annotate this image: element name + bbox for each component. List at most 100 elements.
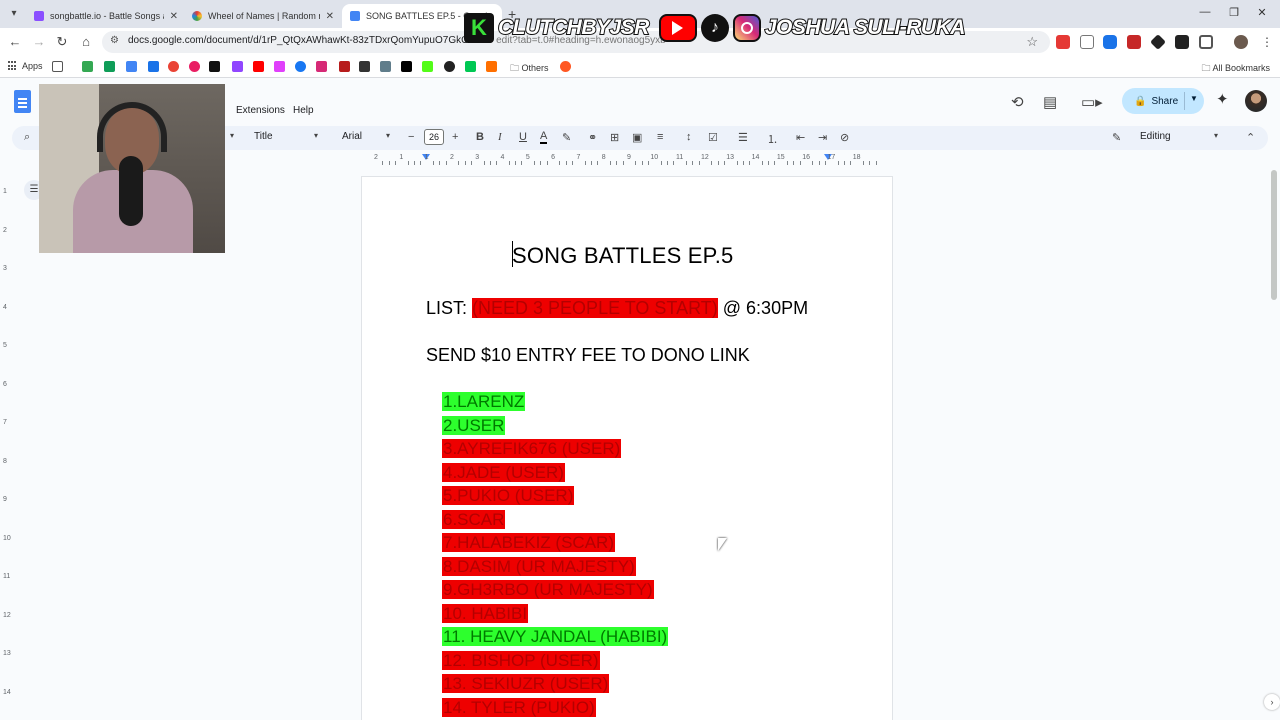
decrease-font-size-button[interactable]: −: [408, 131, 414, 143]
numbered-list-icon[interactable]: ⒈: [767, 131, 778, 147]
minimize-button[interactable]: —: [1195, 6, 1215, 18]
docs-logo-icon[interactable]: [14, 90, 31, 113]
align-center-icon[interactable]: ≡: [657, 131, 663, 143]
extension-icon[interactable]: [1080, 35, 1094, 49]
chevron-down-icon[interactable]: ▾: [386, 131, 390, 140]
list-item[interactable]: 8.DASIM (UR MAJESTY): [442, 555, 668, 579]
x-bookmark-icon[interactable]: [401, 61, 412, 72]
menu-extensions[interactable]: Extensions: [236, 105, 285, 116]
list-item[interactable]: 12. BISHOP (USER): [442, 649, 668, 673]
bookmark-icon[interactable]: [465, 61, 476, 72]
bookmark-icon[interactable]: [380, 61, 391, 72]
share-button[interactable]: 🔒 Share ▼: [1122, 88, 1204, 114]
bookmark-icon[interactable]: [274, 61, 285, 72]
profile-avatar[interactable]: [1234, 35, 1248, 49]
restore-button[interactable]: ❐: [1224, 6, 1244, 19]
site-info-icon[interactable]: ⚙: [110, 35, 119, 46]
extensions-puzzle-icon[interactable]: [1199, 35, 1213, 49]
chevron-down-icon[interactable]: ▾: [1214, 131, 1218, 140]
italic-icon[interactable]: I: [498, 131, 502, 143]
editing-mode-select[interactable]: Editing: [1140, 131, 1171, 142]
version-history-icon[interactable]: ⟲: [1011, 93, 1024, 111]
tiktok-bookmark-icon[interactable]: [209, 61, 220, 72]
instagram-bookmark-icon[interactable]: [316, 61, 327, 72]
list-item[interactable]: 14. TYLER (PUKIO): [442, 696, 668, 720]
bookmark-icon[interactable]: [168, 61, 179, 72]
gemini-icon[interactable]: ✦: [1216, 90, 1229, 108]
decrease-indent-icon[interactable]: ⇤: [796, 131, 805, 144]
list-item[interactable]: 4.JADE (USER): [442, 461, 668, 485]
extension-icon[interactable]: [1175, 35, 1189, 49]
list-item[interactable]: 6.SCAR: [442, 508, 668, 532]
entry-fee-line[interactable]: SEND $10 ENTRY FEE TO DONO LINK: [426, 345, 750, 366]
text-color-icon[interactable]: A: [540, 131, 548, 144]
list-line[interactable]: LIST: (NEED 3 PEOPLE TO START) @ 6:30PM: [426, 298, 808, 319]
bookmark-icon[interactable]: [104, 61, 115, 72]
bookmark-icon[interactable]: [148, 61, 159, 72]
pdf-extension-icon[interactable]: [1127, 35, 1141, 49]
checklist-icon[interactable]: ☑: [708, 131, 718, 144]
menu-help[interactable]: Help: [293, 105, 314, 116]
bold-icon[interactable]: B: [476, 131, 484, 143]
collapse-toolbar-icon[interactable]: ⌃: [1246, 131, 1255, 144]
extension-icon[interactable]: [1103, 35, 1117, 49]
font-size-input[interactable]: 26: [424, 129, 444, 145]
list-item[interactable]: 2.USER: [442, 414, 668, 438]
chevron-down-icon[interactable]: ▾: [230, 131, 234, 140]
document-title[interactable]: SONG BATTLES EP.5: [512, 243, 733, 269]
extension-icon[interactable]: [1150, 34, 1166, 50]
facebook-bookmark-icon[interactable]: [295, 61, 306, 72]
bookmark-icon[interactable]: [126, 61, 137, 72]
list-item[interactable]: 10. HABIBI: [442, 602, 668, 626]
bookmark-icon[interactable]: [189, 61, 200, 72]
browser-menu-icon[interactable]: ⋮: [1258, 33, 1276, 51]
list-item[interactable]: 7.HALABEKIZ (SCAR): [442, 531, 668, 555]
add-comment-icon[interactable]: ⊞: [610, 131, 619, 144]
paragraph-style-select[interactable]: Title: [254, 131, 273, 142]
home-button[interactable]: ⌂: [77, 33, 95, 51]
meet-icon[interactable]: ▭▸: [1081, 93, 1103, 111]
back-button[interactable]: ←: [6, 33, 24, 51]
insert-image-icon[interactable]: ▣: [632, 131, 642, 144]
increase-indent-icon[interactable]: ⇥: [818, 131, 827, 144]
adblock-extension-icon[interactable]: [1056, 35, 1070, 49]
bookmark-icon[interactable]: [444, 61, 455, 72]
horizontal-ruler[interactable]: 2 1 1 2 3 4 5 6 7 8 9 10 11 12 13 14 15 16 17 18: [362, 152, 892, 166]
scrollbar[interactable]: [1271, 170, 1277, 300]
list-item[interactable]: 13. SEKIUZR (USER): [442, 672, 668, 696]
list-item[interactable]: 5.PUKIO (USER): [442, 484, 668, 508]
increase-font-size-button[interactable]: +: [452, 131, 458, 143]
font-select[interactable]: Arial: [342, 131, 362, 142]
bookmark-icon[interactable]: [486, 61, 497, 72]
tab-close-icon[interactable]: ✕: [326, 11, 334, 22]
chevron-down-icon[interactable]: ▾: [314, 131, 318, 140]
list-item[interactable]: 3.AYREFIK676 (USER): [442, 437, 668, 461]
insert-link-icon[interactable]: ⚭: [588, 131, 597, 144]
forward-button[interactable]: →: [30, 33, 48, 51]
bookmark-folder-others[interactable]: 🗀 Others: [510, 61, 549, 77]
list-item[interactable]: 1.LARENZ: [442, 390, 668, 414]
tab-songbattle[interactable]: songbattle.io - Battle Songs ag ✕: [26, 4, 186, 28]
list-item[interactable]: 11. HEAVY JANDAL (HABIBI): [442, 625, 669, 649]
avatar[interactable]: [1245, 90, 1267, 112]
chevron-down-icon[interactable]: ▼: [1190, 94, 1198, 103]
kick-bookmark-icon[interactable]: [422, 61, 433, 72]
search-menus-icon[interactable]: ⌕: [24, 131, 30, 144]
bookmark-star-icon[interactable]: ☆: [1026, 34, 1038, 50]
explore-button[interactable]: ›: [1264, 694, 1280, 710]
underline-icon[interactable]: U: [519, 131, 527, 143]
clear-formatting-icon[interactable]: ⊘: [840, 131, 849, 144]
twitch-bookmark-icon[interactable]: [232, 61, 243, 72]
youtube-bookmark-icon[interactable]: [253, 61, 264, 72]
document-page[interactable]: SONG BATTLES EP.5 LIST: (NEED 3 PEOPLE T…: [362, 177, 892, 720]
bookmark-icon[interactable]: [339, 61, 350, 72]
bookmark-apps[interactable]: Apps: [8, 61, 43, 71]
bulleted-list-icon[interactable]: ☰: [738, 131, 748, 144]
list-item[interactable]: 9.GH3RBO (UR MAJESTY): [442, 578, 668, 602]
close-window-button[interactable]: ✕: [1252, 6, 1272, 19]
line-spacing-icon[interactable]: ↕: [686, 131, 692, 143]
tab-wheel-of-names[interactable]: Wheel of Names | Random nam ✕: [184, 4, 342, 28]
bookmark-icon[interactable]: [82, 61, 93, 72]
highlight-color-icon[interactable]: ✎: [562, 131, 571, 144]
comments-icon[interactable]: ▤: [1043, 93, 1057, 111]
